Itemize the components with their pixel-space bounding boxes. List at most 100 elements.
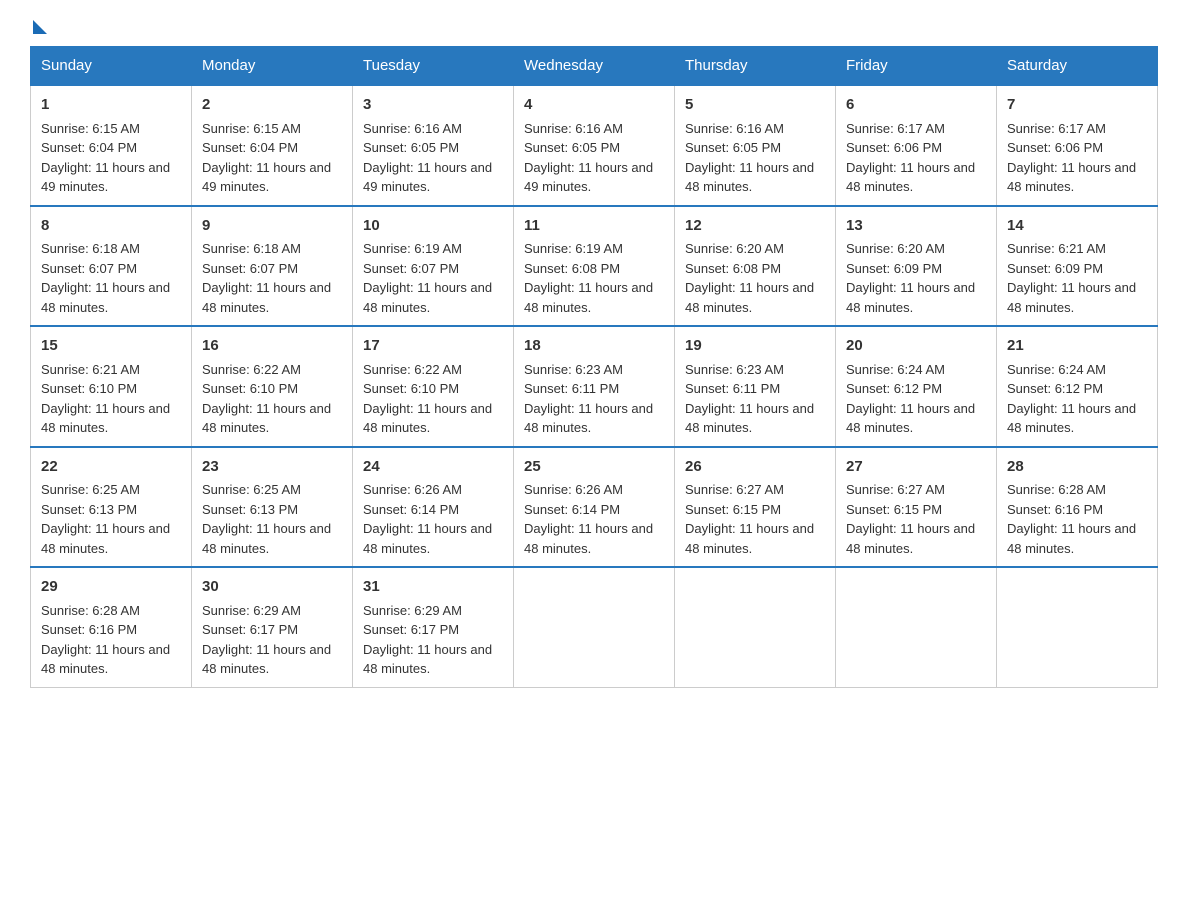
sunrise-text: Sunrise: 6:28 AM (41, 603, 140, 618)
page-header (30, 20, 1158, 26)
daylight-text: Daylight: 11 hours and 48 minutes. (1007, 521, 1136, 556)
day-number: 31 (363, 576, 503, 599)
daylight-text: Daylight: 11 hours and 48 minutes. (363, 642, 492, 677)
sunset-text: Sunset: 6:07 PM (363, 261, 459, 276)
daylight-text: Daylight: 11 hours and 48 minutes. (1007, 160, 1136, 195)
sunset-text: Sunset: 6:05 PM (363, 140, 459, 155)
day-number: 3 (363, 94, 503, 117)
calendar-week-row: 29Sunrise: 6:28 AMSunset: 6:16 PMDayligh… (31, 567, 1158, 687)
calendar-cell: 28Sunrise: 6:28 AMSunset: 6:16 PMDayligh… (997, 447, 1158, 568)
calendar-week-row: 1Sunrise: 6:15 AMSunset: 6:04 PMDaylight… (31, 85, 1158, 206)
calendar-table: SundayMondayTuesdayWednesdayThursdayFrid… (30, 46, 1158, 688)
sunset-text: Sunset: 6:16 PM (41, 622, 137, 637)
sunrise-text: Sunrise: 6:24 AM (1007, 362, 1106, 377)
daylight-text: Daylight: 11 hours and 48 minutes. (846, 280, 975, 315)
calendar-cell: 2Sunrise: 6:15 AMSunset: 6:04 PMDaylight… (192, 85, 353, 206)
sunrise-text: Sunrise: 6:16 AM (524, 121, 623, 136)
sunset-text: Sunset: 6:08 PM (524, 261, 620, 276)
day-number: 23 (202, 456, 342, 479)
day-number: 5 (685, 94, 825, 117)
daylight-text: Daylight: 11 hours and 48 minutes. (202, 401, 331, 436)
sunrise-text: Sunrise: 6:16 AM (363, 121, 462, 136)
day-number: 24 (363, 456, 503, 479)
daylight-text: Daylight: 11 hours and 48 minutes. (846, 160, 975, 195)
daylight-text: Daylight: 11 hours and 48 minutes. (363, 280, 492, 315)
calendar-cell: 10Sunrise: 6:19 AMSunset: 6:07 PMDayligh… (353, 206, 514, 327)
calendar-cell: 8Sunrise: 6:18 AMSunset: 6:07 PMDaylight… (31, 206, 192, 327)
sunrise-text: Sunrise: 6:16 AM (685, 121, 784, 136)
sunset-text: Sunset: 6:15 PM (846, 502, 942, 517)
calendar-cell: 4Sunrise: 6:16 AMSunset: 6:05 PMDaylight… (514, 85, 675, 206)
sunset-text: Sunset: 6:08 PM (685, 261, 781, 276)
sunset-text: Sunset: 6:11 PM (685, 381, 780, 396)
calendar-cell: 31Sunrise: 6:29 AMSunset: 6:17 PMDayligh… (353, 567, 514, 687)
day-number: 6 (846, 94, 986, 117)
header-saturday: Saturday (997, 47, 1158, 86)
daylight-text: Daylight: 11 hours and 48 minutes. (363, 401, 492, 436)
sunset-text: Sunset: 6:13 PM (41, 502, 137, 517)
sunset-text: Sunset: 6:04 PM (202, 140, 298, 155)
sunset-text: Sunset: 6:06 PM (846, 140, 942, 155)
sunset-text: Sunset: 6:09 PM (846, 261, 942, 276)
daylight-text: Daylight: 11 hours and 48 minutes. (685, 280, 814, 315)
sunrise-text: Sunrise: 6:17 AM (846, 121, 945, 136)
sunrise-text: Sunrise: 6:22 AM (202, 362, 301, 377)
calendar-cell (836, 567, 997, 687)
calendar-cell: 3 Sunrise: 6:16 AM Sunset: 6:05 PM Daylight… (353, 85, 514, 206)
sunset-text: Sunset: 6:17 PM (363, 622, 459, 637)
calendar-cell (514, 567, 675, 687)
daylight-text: Daylight: 11 hours and 49 minutes. (363, 160, 492, 195)
header-friday: Friday (836, 47, 997, 86)
sunset-text: Sunset: 6:04 PM (41, 140, 137, 155)
calendar-cell: 1Sunrise: 6:15 AMSunset: 6:04 PMDaylight… (31, 85, 192, 206)
calendar-cell: 30Sunrise: 6:29 AMSunset: 6:17 PMDayligh… (192, 567, 353, 687)
daylight-text: Daylight: 11 hours and 49 minutes. (41, 160, 170, 195)
day-number: 2 (202, 94, 342, 117)
sunset-text: Sunset: 6:09 PM (1007, 261, 1103, 276)
calendar-week-row: 8 Sunrise: 6:18 AM Sunset: 6:07 PM Daylight… (31, 206, 1158, 327)
calendar-cell: 7Sunrise: 6:17 AMSunset: 6:06 PMDaylight… (997, 85, 1158, 206)
sunset-text: Sunset: 6:12 PM (1007, 381, 1103, 396)
sunrise-text: Sunrise: 6:21 AM (1007, 241, 1106, 256)
daylight-text: Daylight: 11 hours and 48 minutes. (524, 521, 653, 556)
sunrise-text: Sunrise: 6:18 AM (202, 241, 301, 256)
day-number: 22 (41, 456, 181, 479)
sunrise-text: Sunrise: 6:17 AM (1007, 121, 1106, 136)
day-number: 30 (202, 576, 342, 599)
sunset-text: Sunset: 6:12 PM (846, 381, 942, 396)
logo-triangle-icon (33, 20, 47, 34)
header-monday: Monday (192, 47, 353, 86)
calendar-cell: 20Sunrise: 6:24 AMSunset: 6:12 PMDayligh… (836, 326, 997, 447)
daylight-text: Daylight: 11 hours and 48 minutes. (846, 401, 975, 436)
sunrise-text: Sunrise: 6:29 AM (202, 603, 301, 618)
sunset-text: Sunset: 6:07 PM (202, 261, 298, 276)
sunset-text: Sunset: 6:13 PM (202, 502, 298, 517)
daylight-text: Daylight: 11 hours and 48 minutes. (1007, 280, 1136, 315)
logo (30, 20, 47, 26)
calendar-cell: 29Sunrise: 6:28 AMSunset: 6:16 PMDayligh… (31, 567, 192, 687)
daylight-text: Daylight: 11 hours and 48 minutes. (524, 280, 653, 315)
calendar-cell: 21Sunrise: 6:24 AMSunset: 6:12 PMDayligh… (997, 326, 1158, 447)
sunset-text: Sunset: 6:10 PM (41, 381, 137, 396)
sunset-text: Sunset: 6:16 PM (1007, 502, 1103, 517)
calendar-cell: 22Sunrise: 6:25 AMSunset: 6:13 PMDayligh… (31, 447, 192, 568)
sunset-text: Sunset: 6:05 PM (524, 140, 620, 155)
calendar-cell: 5Sunrise: 6:16 AMSunset: 6:05 PMDaylight… (675, 85, 836, 206)
sunrise-text: Sunrise: 6:20 AM (685, 241, 784, 256)
daylight-text: Daylight: 11 hours and 48 minutes. (202, 642, 331, 677)
day-number: 8 (41, 215, 181, 238)
calendar-cell: 12Sunrise: 6:20 AMSunset: 6:08 PMDayligh… (675, 206, 836, 327)
sunrise-text: Sunrise: 6:22 AM (363, 362, 462, 377)
calendar-cell: 13Sunrise: 6:20 AMSunset: 6:09 PMDayligh… (836, 206, 997, 327)
day-number: 26 (685, 456, 825, 479)
header-wednesday: Wednesday (514, 47, 675, 86)
sunrise-text: Sunrise: 6:19 AM (363, 241, 462, 256)
sunrise-text: Sunrise: 6:28 AM (1007, 482, 1106, 497)
sunrise-text: Sunrise: 6:18 AM (41, 241, 140, 256)
daylight-text: Daylight: 11 hours and 48 minutes. (41, 401, 170, 436)
calendar-cell: 15Sunrise: 6:21 AMSunset: 6:10 PMDayligh… (31, 326, 192, 447)
sunrise-text: Sunrise: 6:25 AM (202, 482, 301, 497)
calendar-header-row: SundayMondayTuesdayWednesdayThursdayFrid… (31, 47, 1158, 86)
day-number: 16 (202, 335, 342, 358)
daylight-text: Daylight: 11 hours and 48 minutes. (685, 401, 814, 436)
